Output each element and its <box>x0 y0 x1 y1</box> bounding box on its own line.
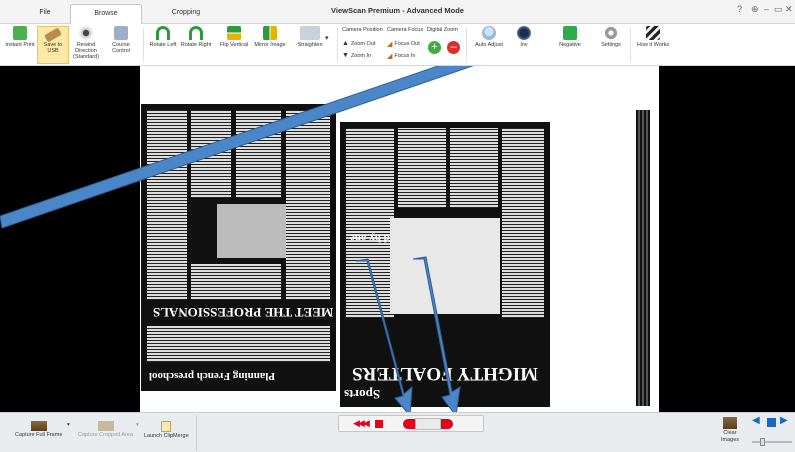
flip-vertical-icon <box>227 26 241 40</box>
print-icon <box>13 26 27 40</box>
auto-adjust-button[interactable]: Auto Adjust <box>472 26 506 64</box>
previous-arrow-icon[interactable]: ◀ <box>752 415 760 426</box>
annotation-overlay <box>0 66 474 412</box>
negative-button[interactable]: Negative <box>550 26 590 64</box>
clipmerge-icon <box>161 421 172 432</box>
flip-vertical-button[interactable]: Flip Vertical <box>218 26 250 64</box>
title-bar: File Browse Cropping ViewScan Premium - … <box>0 0 795 24</box>
film-slider-thumb[interactable] <box>415 418 441 430</box>
digital-zoom-out-button[interactable]: – <box>447 41 460 54</box>
cropped-dropdown-icon[interactable]: ▾ <box>136 422 139 428</box>
focus-in-button[interactable]: ◢ Focus In <box>387 52 415 60</box>
rotate-left-icon <box>156 26 170 40</box>
straighten-icon <box>300 26 320 40</box>
rewind-fast-icon[interactable]: ◀◀◀ <box>353 418 370 429</box>
settings-button[interactable]: Settings <box>596 26 626 64</box>
window-title: ViewScan Premium - Advanced Mode <box>331 6 464 15</box>
rotate-left-button[interactable]: Rotate Left <box>148 26 178 64</box>
grid-icon <box>114 26 128 40</box>
negative-icon <box>563 26 577 40</box>
zoom-out-arrow-icon: ▲ <box>342 40 349 47</box>
zoom-slider-thumb[interactable] <box>760 438 765 446</box>
straighten-dropdown-icon[interactable]: ▾ <box>325 34 329 42</box>
tab-cropping[interactable]: Cropping <box>150 4 222 24</box>
picture-icon <box>30 421 47 431</box>
annotation-arrow-strip-left <box>355 258 413 412</box>
rotate-right-icon <box>189 26 203 40</box>
focus-out-button[interactable]: ◢ Focus Out <box>387 40 420 48</box>
capture-cropped-area-button[interactable]: Capture Cropped Area <box>78 421 133 438</box>
close-button[interactable]: ✕ <box>785 4 793 15</box>
bottom-divider <box>196 415 197 451</box>
capture-full-frame-button[interactable]: Capture Full Frame <box>15 421 62 438</box>
clear-images-icon <box>723 417 737 429</box>
digital-zoom-label: Digital Zoom <box>427 27 458 33</box>
stop-icon[interactable] <box>375 420 383 428</box>
help-icon[interactable]: ? <box>737 4 742 14</box>
focus-in-icon: ◢ <box>387 53 393 60</box>
invert-icon <box>517 26 531 40</box>
zoom-in-button[interactable]: ▼ Zoom In <box>342 52 371 59</box>
bottom-toolbar: Capture Full Frame ▾ Capture Cropped Are… <box>0 412 795 452</box>
next-arrow-icon[interactable]: ▶ <box>780 415 788 426</box>
save-to-usb-button[interactable]: Save to USB <box>37 26 69 64</box>
camera-position-label: Camera Position <box>342 27 383 33</box>
digital-zoom-in-button[interactable]: + <box>428 41 441 54</box>
tab-browse[interactable]: Browse <box>70 4 142 24</box>
mirror-image-icon <box>263 26 277 40</box>
zoom-out-button[interactable]: ▲ Zoom Out <box>342 40 375 47</box>
annotation-arrow-strip-right <box>412 256 461 412</box>
image-viewport[interactable]: MEET THE PROFESSIONALS Planning French p… <box>0 66 795 412</box>
stop-square-icon[interactable] <box>767 418 776 427</box>
cropped-picture-icon <box>97 421 114 431</box>
mirror-image-button[interactable]: Mirror Image <box>253 26 287 64</box>
gear-icon <box>604 26 618 40</box>
clapperboard-icon <box>646 26 660 40</box>
annotation-arrow-negative <box>0 66 474 229</box>
film-strip-navigator[interactable]: ◀◀◀ <box>338 415 484 432</box>
tab-file[interactable]: File <box>25 4 65 24</box>
ribbon-divider <box>630 28 631 62</box>
minimize-button[interactable]: – <box>764 4 769 14</box>
ribbon-toolbar: Instant Print Save to USB Rewind Directi… <box>0 24 795 66</box>
usb-icon <box>44 27 62 43</box>
course-control-button[interactable]: Course Control <box>103 26 139 64</box>
ribbon-divider <box>466 28 467 62</box>
lightbulb-icon <box>482 26 496 40</box>
help-dropdown-icon[interactable]: ⊕ <box>751 4 759 15</box>
zoom-slider[interactable] <box>752 441 792 443</box>
restore-button[interactable]: ▭ <box>774 4 783 15</box>
launch-clipmerge-button[interactable]: Launch ClipMerge <box>144 421 189 439</box>
focus-out-icon: ◢ <box>387 41 393 48</box>
clear-images-button[interactable]: Clear Images <box>714 417 746 443</box>
straighten-button[interactable]: Straighten <box>293 26 327 64</box>
how-it-works-button[interactable]: How it Works <box>634 26 672 64</box>
invert-button[interactable]: Inv <box>510 26 538 64</box>
film-reel-icon <box>79 26 93 40</box>
ribbon-divider <box>143 28 144 62</box>
rewind-direction-button[interactable]: Rewind Direction (Standard) <box>71 26 101 64</box>
rotate-right-button[interactable]: Rotate Right <box>180 26 212 64</box>
ribbon-divider <box>337 28 338 62</box>
camera-focus-label: Camera Focus <box>387 27 424 33</box>
instant-print-button[interactable]: Instant Print <box>5 26 35 64</box>
capture-dropdown-icon[interactable]: ▾ <box>67 422 70 428</box>
zoom-in-arrow-icon: ▼ <box>342 52 349 59</box>
